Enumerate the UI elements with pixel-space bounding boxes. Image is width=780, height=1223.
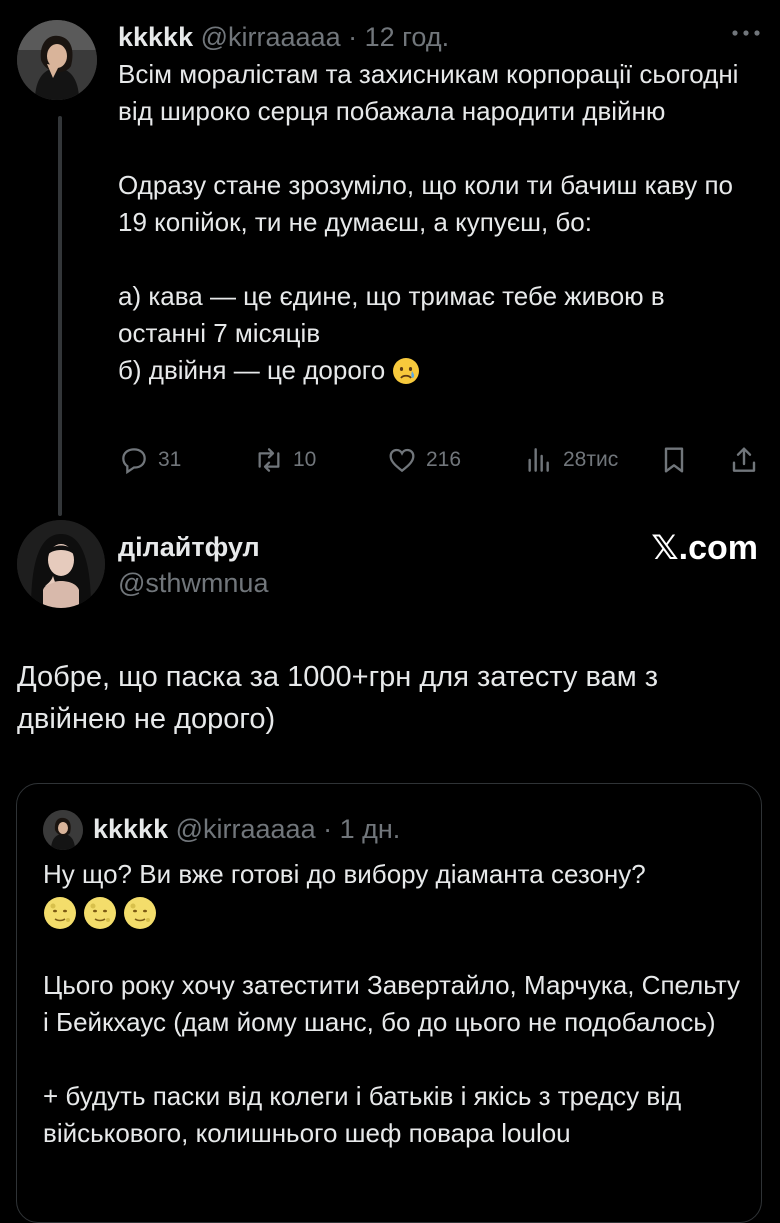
tweet-main: kkkkk @kirraaaaa · 12 год. Всім мораліст…: [0, 0, 780, 520]
quote-paragraph: + будуть паски від колеги і батьків і як…: [43, 1081, 682, 1149]
quote-text: Ну що? Ви вже готові до вибору діаманта …: [43, 856, 743, 1152]
quote-paragraph: Ну що? Ви вже готові до вибору діаманта …: [43, 859, 646, 889]
timestamp: 1 дн.: [339, 814, 401, 844]
quote-paragraph: Цього року хочу затестити Завертайло, Ма…: [43, 970, 741, 1038]
repost-button[interactable]: 10: [253, 440, 316, 480]
thread-line: [58, 116, 62, 516]
author-handle: @kirraaaaa: [175, 814, 316, 844]
full-moon-face-emoji: [43, 896, 77, 930]
tweet-paragraph-with-emoji: б) двійня — це дорого: [118, 352, 758, 389]
share-button[interactable]: [728, 440, 768, 480]
crying-face-emoji: [392, 357, 420, 385]
avatar[interactable]: [17, 520, 105, 608]
x-com-watermark: 𝕏.com: [651, 529, 758, 567]
like-button[interactable]: 216: [386, 440, 461, 480]
more-horizontal-icon[interactable]: [726, 18, 766, 48]
tweet-text: Всім моралістам та захисникам корпорації…: [118, 56, 758, 389]
tweet-paragraph: Одразу стане зрозуміло, що коли ти бачиш…: [118, 170, 733, 237]
avatar: [43, 810, 83, 850]
quoted-tweet[interactable]: kkkkk @kirraaaaa · 1 дн. Ну що? Ви вже г…: [16, 783, 762, 1223]
separator: ·: [323, 814, 333, 844]
bookmark-icon: [664, 447, 684, 473]
bookmark-button[interactable]: [658, 440, 698, 480]
reply-count: 31: [158, 448, 182, 471]
views-button[interactable]: 28тис: [523, 440, 618, 480]
repost-icon: [258, 448, 280, 472]
tweet-actions: 31 10 216 28тис: [118, 440, 768, 480]
reply-icon: [122, 448, 146, 475]
views-icon: [528, 448, 549, 472]
tweet-line: б) двійня — це дорого: [118, 355, 386, 385]
author-handle[interactable]: @kirraaaaa: [201, 22, 341, 52]
reply-button[interactable]: 31: [118, 440, 181, 480]
tweet-header: kkkkk @kirraaaaa · 12 год.: [118, 20, 449, 54]
like-count: 216: [426, 448, 462, 471]
author-name: kkkkk: [93, 814, 169, 844]
avatar[interactable]: [17, 20, 97, 100]
share-icon: [732, 447, 756, 472]
timestamp[interactable]: 12 год.: [365, 22, 449, 52]
tweet-paragraph: Всім моралістам та захисникам корпорації…: [118, 59, 739, 126]
tweet-paragraph: а) кава — це єдине, що тримає тебе живою…: [118, 281, 665, 348]
views-count: 28тис: [563, 448, 619, 471]
full-moon-face-emoji: [123, 896, 157, 930]
tweet-text: Добре, що паска за 1000+грн для затесту …: [17, 661, 658, 735]
separator: ·: [348, 22, 358, 52]
quote-header: kkkkk @kirraaaaa · 1 дн.: [93, 812, 400, 846]
repost-count: 10: [293, 448, 317, 471]
emoji-row: [43, 893, 743, 930]
full-moon-face-emoji: [83, 896, 117, 930]
author-name[interactable]: ділайтфул: [118, 530, 260, 564]
author-handle[interactable]: @sthwmnua: [118, 566, 268, 600]
author-name[interactable]: kkkkk: [118, 22, 193, 52]
heart-icon: [389, 448, 415, 473]
